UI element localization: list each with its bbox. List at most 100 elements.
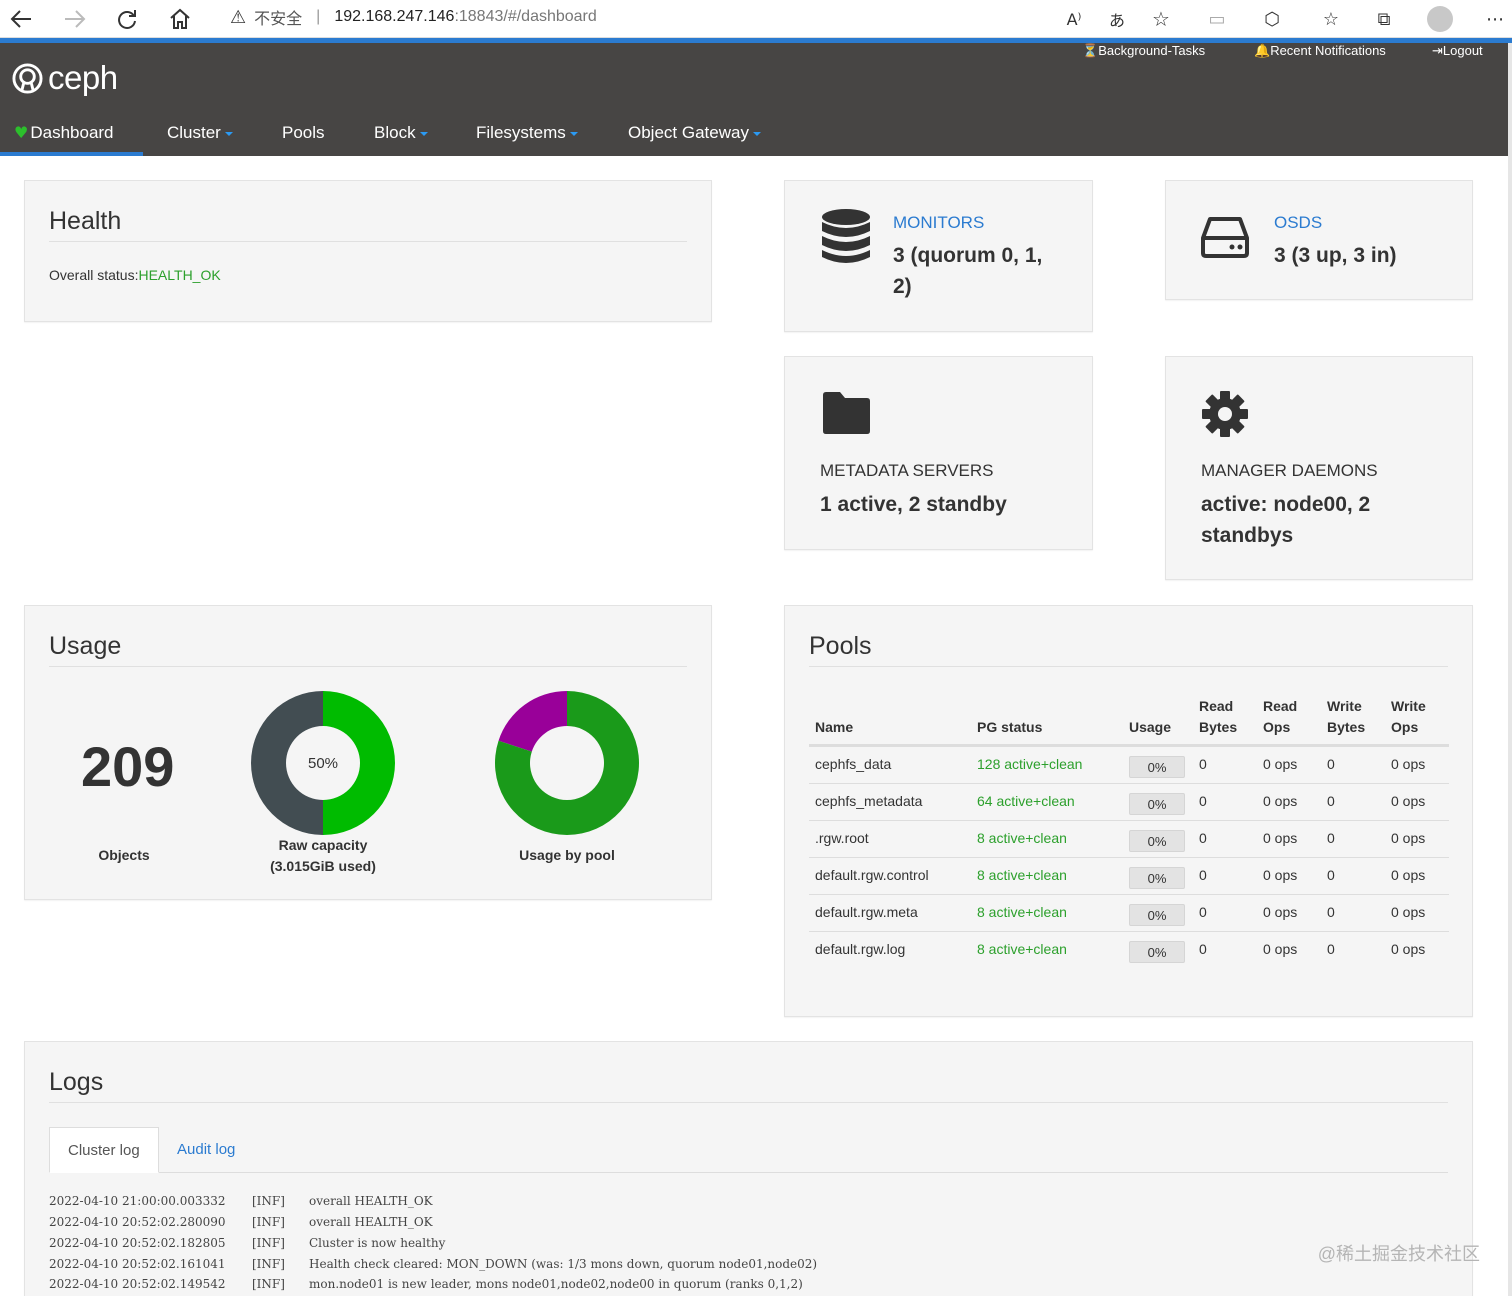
nav-filesystems-label: Filesystems xyxy=(476,122,566,142)
immersive-reader-icon[interactable]: ▭ xyxy=(1200,2,1234,36)
favorites-icon[interactable]: ☆ xyxy=(1314,2,1348,36)
tab-cluster-log[interactable]: Cluster log xyxy=(49,1127,159,1173)
pool-write-ops: 0 ops xyxy=(1391,793,1426,809)
col-usage-header[interactable]: Usage xyxy=(1129,717,1171,738)
pools-title: Pools xyxy=(809,632,872,660)
divider xyxy=(49,241,687,242)
log-time: 2022-04-10 20:52:02.182805 xyxy=(49,1236,226,1250)
pool-pg-status: 8 active+clean xyxy=(977,830,1067,846)
table-row[interactable]: cephfs_data 128 active+clean 0% 0 0 ops … xyxy=(809,746,1449,783)
monitors-card: MONITORS 3 (quorum 0, 1, 2) xyxy=(784,180,1093,332)
nav-pools[interactable]: Pools xyxy=(282,109,325,156)
log-time: 2022-04-10 20:52:02.161041 xyxy=(49,1257,226,1271)
forward-icon[interactable] xyxy=(58,2,92,36)
raw-capacity-percent: 50% xyxy=(308,755,338,772)
page-scrollbar[interactable] xyxy=(1508,43,1512,1296)
usage-title: Usage xyxy=(49,632,122,660)
pool-write-bytes: 0 xyxy=(1327,756,1335,772)
pool-usage: 0% xyxy=(1129,793,1185,815)
manager-daemons-value-line1: active: node00, 2 xyxy=(1201,493,1371,516)
warning-icon: ⚠ xyxy=(230,6,247,28)
pool-name: cephfs_data xyxy=(815,756,892,772)
tab-audit-log[interactable]: Audit log xyxy=(159,1127,253,1173)
table-row[interactable]: .rgw.root 8 active+clean 0% 0 0 ops 0 0 … xyxy=(809,820,1449,857)
overall-status-label: Overall status: xyxy=(49,267,139,283)
add-favorite-icon[interactable]: ☆ xyxy=(1144,2,1178,36)
pool-write-bytes: 0 xyxy=(1327,867,1335,883)
col-write-bytes-header-2[interactable]: Bytes xyxy=(1327,717,1365,738)
osds-label[interactable]: OSDS xyxy=(1274,213,1322,233)
metadata-servers-label: METADATA SERVERS xyxy=(820,461,994,480)
logout-link[interactable]: ⇥Logout xyxy=(1432,43,1483,59)
pool-pg-status: 8 active+clean xyxy=(977,941,1067,957)
pool-read-bytes: 0 xyxy=(1199,756,1207,772)
pie-slice xyxy=(498,691,567,752)
caret-down-icon xyxy=(569,132,578,136)
manager-daemons-label: MANAGER DAEMONS xyxy=(1201,461,1378,480)
pool-name: default.rgw.meta xyxy=(815,904,918,920)
nav-object-gateway[interactable]: Object Gateway xyxy=(628,109,761,156)
monitors-label[interactable]: MONITORS xyxy=(893,213,984,233)
translate-icon[interactable]: あ xyxy=(1100,2,1134,36)
logs-title: Logs xyxy=(49,1068,104,1096)
log-message: Health check cleared: MON_DOWN (was: 1/3… xyxy=(309,1257,818,1271)
monitors-value-line2: 2) xyxy=(893,275,912,298)
pool-usage: 0% xyxy=(1129,756,1185,778)
folder-icon xyxy=(823,392,870,434)
sign-out-icon: ⇥ xyxy=(1432,44,1443,59)
pool-pg-status: 8 active+clean xyxy=(977,904,1067,920)
ceph-logo-icon xyxy=(12,62,43,94)
table-row[interactable]: cephfs_metadata 64 active+clean 0% 0 0 o… xyxy=(809,783,1449,820)
log-time: 2022-04-10 20:52:02.280090 xyxy=(49,1215,226,1229)
nav-block[interactable]: Block xyxy=(374,109,428,156)
pool-write-ops: 0 ops xyxy=(1391,941,1426,957)
extensions-icon[interactable]: ⬡ xyxy=(1255,2,1289,36)
table-row[interactable]: default.rgw.log 8 active+clean 0% 0 0 op… xyxy=(809,931,1449,968)
log-level: [INF] xyxy=(252,1194,285,1208)
profile-avatar[interactable] xyxy=(1423,2,1457,36)
heartbeat-icon: ♥ xyxy=(14,123,29,142)
table-row[interactable]: default.rgw.control 8 active+clean 0% 0 … xyxy=(809,857,1449,894)
col-read-ops-header-1[interactable]: Read xyxy=(1263,696,1297,717)
overall-status: Overall status:HEALTH_OK xyxy=(49,267,221,283)
pool-read-bytes: 0 xyxy=(1199,867,1207,883)
log-message: overall HEALTH_OK xyxy=(309,1194,433,1208)
home-icon[interactable] xyxy=(163,2,197,36)
recent-notifications-link[interactable]: 🔔Recent Notifications xyxy=(1254,43,1386,59)
refresh-icon[interactable] xyxy=(110,2,144,36)
pool-pg-status: 64 active+clean xyxy=(977,793,1075,809)
divider xyxy=(49,1102,1448,1103)
address-separator: | xyxy=(316,8,321,25)
address-bar[interactable]: ⚠ 不安全 | 192.168.247.146:18843/#/dashboar… xyxy=(214,0,1184,34)
col-pg-status-header[interactable]: PG status xyxy=(977,717,1042,738)
pool-read-ops: 0 ops xyxy=(1263,867,1298,883)
ceph-logo[interactable]: ceph xyxy=(12,59,118,97)
app-header: ceph ⏳Background-Tasks 🔔Recent Notificat… xyxy=(0,43,1508,156)
nav-dashboard[interactable]: ♥ Dashboard xyxy=(0,109,143,156)
divider xyxy=(49,666,687,667)
caret-down-icon xyxy=(752,132,761,136)
pool-write-ops: 0 ops xyxy=(1391,830,1426,846)
collections-icon[interactable]: ⧉ xyxy=(1367,2,1401,36)
col-write-bytes-header-1[interactable]: Write xyxy=(1327,696,1362,717)
bell-icon: 🔔 xyxy=(1254,44,1271,59)
back-icon[interactable] xyxy=(4,2,38,36)
col-write-ops-header-1[interactable]: Write xyxy=(1391,696,1426,717)
nav-filesystems[interactable]: Filesystems xyxy=(476,109,578,156)
read-aloud-icon[interactable]: A⁾ xyxy=(1057,2,1091,36)
nav-dashboard-label: Dashboard xyxy=(30,122,114,142)
table-row[interactable]: default.rgw.meta 8 active+clean 0% 0 0 o… xyxy=(809,894,1449,931)
security-label: 不安全 xyxy=(254,11,303,28)
background-tasks-link[interactable]: ⏳Background-Tasks xyxy=(1082,43,1205,59)
pool-write-bytes: 0 xyxy=(1327,941,1335,957)
log-level: [INF] xyxy=(252,1257,285,1271)
col-read-bytes-header-2[interactable]: Bytes xyxy=(1199,717,1237,738)
nav-cluster[interactable]: Cluster xyxy=(167,109,233,156)
col-write-ops-header-2[interactable]: Ops xyxy=(1391,717,1418,738)
more-icon[interactable]: ⋯ xyxy=(1478,2,1512,36)
hourglass-icon: ⏳ xyxy=(1082,44,1099,59)
col-read-bytes-header-1[interactable]: Read xyxy=(1199,696,1233,717)
col-read-ops-header-2[interactable]: Ops xyxy=(1263,717,1290,738)
pool-read-bytes: 0 xyxy=(1199,904,1207,920)
col-name-header[interactable]: Name xyxy=(815,717,853,738)
